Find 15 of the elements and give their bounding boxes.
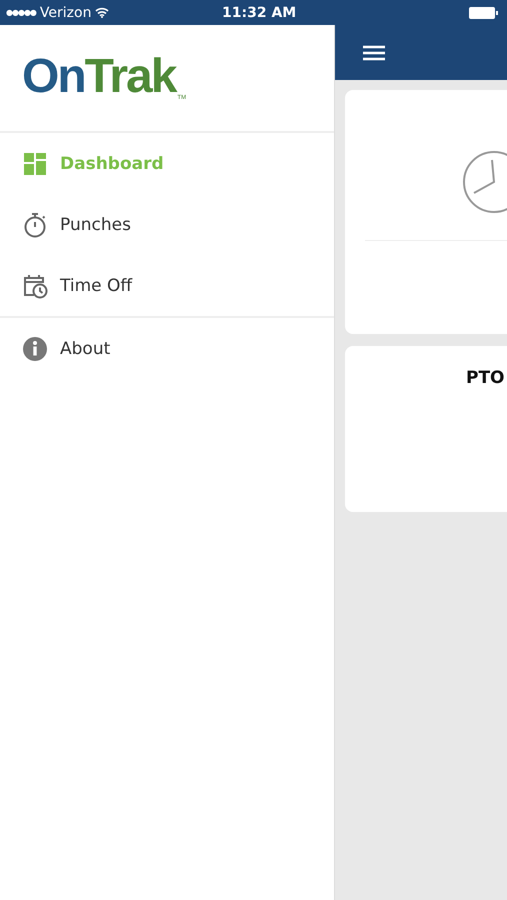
- info-icon: [22, 336, 48, 362]
- menu-icon[interactable]: [363, 44, 385, 60]
- status-time: 11:32 AM: [222, 4, 296, 20]
- menu-item[interactable]: Punches: [0, 194, 334, 255]
- card-title: PTO: [466, 368, 505, 388]
- stopwatch-icon: [22, 212, 48, 238]
- dashboard-icon: [22, 152, 48, 176]
- clock-icon: [462, 150, 507, 214]
- calendar-clock-icon: [22, 272, 48, 298]
- signal-dots: ●●●●●: [6, 8, 36, 17]
- wifi-icon: [95, 7, 110, 18]
- menu-item[interactable]: About: [0, 318, 334, 379]
- menu-item[interactable]: Time Off: [0, 255, 334, 316]
- battery-icon: [469, 6, 499, 18]
- carrier-name: Verizon: [40, 4, 92, 20]
